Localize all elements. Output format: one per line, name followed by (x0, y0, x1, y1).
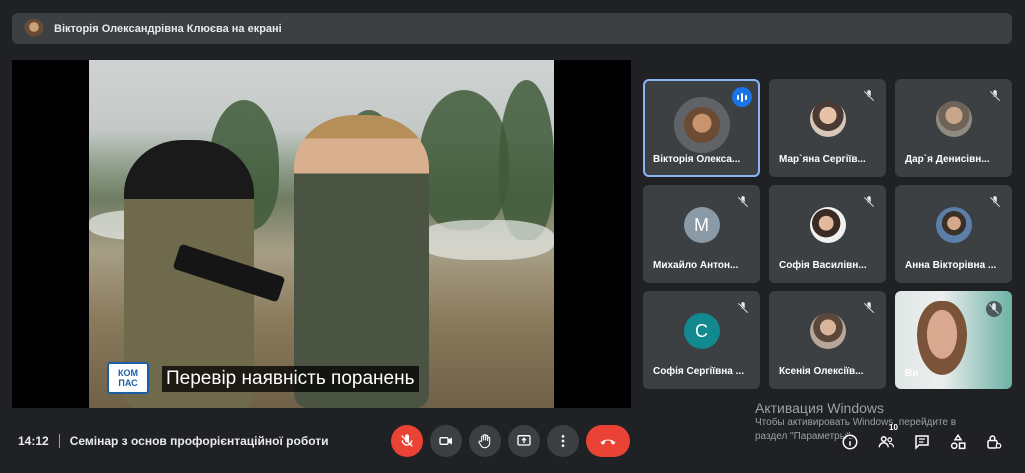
presentation-stage[interactable]: КОМ ПАС Перевір наявність поранень (12, 60, 631, 408)
people-icon (878, 436, 895, 448)
meet-window: Вікторія Олександрівна Клюєва на екрані … (0, 0, 1025, 473)
watermark-line1: Чтобы активировать Windows, перейдите в (755, 417, 957, 428)
participant-avatar (809, 313, 846, 349)
chat-icon (915, 435, 929, 450)
activities-button[interactable] (948, 432, 968, 452)
participant-tile[interactable]: Софія Василівн... (769, 185, 886, 283)
speaking-indicator-icon (732, 87, 752, 107)
participant-avatar (809, 101, 846, 137)
meeting-title: Семінар з основ профорієнтаційної роботи (69, 434, 329, 448)
mic-off-icon (737, 196, 749, 208)
meeting-details-button[interactable] (840, 432, 860, 452)
participant-tile[interactable]: Анна Вікторівна ... (895, 185, 1012, 283)
host-controls-button[interactable] (984, 432, 1004, 452)
participant-avatar: C (683, 313, 720, 349)
clock-time: 14:12 (18, 434, 49, 448)
participant-avatar: M (683, 207, 720, 243)
presentation-video: КОМ ПАС Перевір наявність поранень (89, 60, 554, 408)
present-screen-button[interactable] (508, 425, 540, 457)
participant-name: Софія Василівн... (779, 260, 867, 271)
participant-name: Анна Вікторівна ... (905, 260, 997, 271)
kompas-logo: КОМ ПАС (107, 362, 149, 394)
meeting-info: 14:12 Семінар з основ профорієнтаційної … (18, 434, 329, 448)
more-vert-icon (561, 435, 565, 447)
participant-tile[interactable]: Вікторія Олекса... (643, 79, 760, 177)
present-icon (517, 435, 531, 446)
presenting-banner: Вікторія Олександрівна Клюєва на екрані (12, 13, 1012, 44)
shapes-icon (950, 433, 966, 450)
mic-off-icon (863, 302, 875, 314)
people-button[interactable] (876, 432, 896, 452)
participant-name: Дар`я Денисівн... (905, 154, 990, 165)
participant-tile[interactable]: Ксенія Олексіїв... (769, 291, 886, 389)
mic-off-icon (737, 302, 749, 314)
end-call-icon (600, 439, 616, 445)
presenting-banner-text: Вікторія Олександрівна Клюєва на екрані (54, 22, 282, 35)
mic-toggle-button[interactable] (391, 425, 423, 457)
mic-off-icon (401, 434, 413, 447)
info-icon (842, 434, 858, 450)
participant-tile[interactable]: Дар`я Денисівн... (895, 79, 1012, 177)
video-subtitle: Перевір наявність поранень (162, 366, 419, 392)
lock-person-icon (987, 435, 1002, 449)
camera-icon (439, 437, 452, 445)
participant-tile[interactable]: M Михайло Антон... (643, 185, 760, 283)
mic-off-icon (989, 90, 1001, 102)
self-tile[interactable]: Ви (895, 291, 1012, 389)
participant-avatar (935, 207, 972, 243)
mic-off-icon (863, 90, 875, 102)
mic-off-icon (989, 196, 1001, 208)
participant-name: Софія Сергіївна ... (653, 366, 744, 377)
participant-name: Ксенія Олексіїв... (779, 366, 864, 377)
participant-name: Михайло Антон... (653, 260, 739, 271)
participant-name: Ви (905, 368, 919, 379)
camera-toggle-button[interactable] (430, 425, 462, 457)
watermark-title: Активация Windows (755, 400, 885, 416)
raise-hand-button[interactable] (469, 425, 501, 457)
participant-tile[interactable]: C Софія Сергіївна ... (643, 291, 760, 389)
hand-icon (478, 434, 491, 449)
leave-call-button[interactable] (586, 425, 630, 457)
participant-avatar (673, 97, 730, 153)
mic-off-icon (863, 196, 875, 208)
chat-button[interactable] (912, 432, 932, 452)
separator (58, 434, 60, 448)
participant-tile[interactable]: Мар`яна Сергіїв... (769, 79, 886, 177)
more-options-button[interactable] (547, 425, 579, 457)
participant-avatar (935, 101, 972, 137)
presenter-avatar (24, 18, 44, 39)
participant-avatar (809, 207, 846, 243)
participants-count-badge: 10 (889, 423, 898, 432)
participant-name: Мар`яна Сергіїв... (779, 154, 866, 165)
mic-off-icon (986, 301, 1002, 317)
instructor-figure (294, 115, 429, 408)
participant-name: Вікторія Олекса... (653, 154, 741, 165)
